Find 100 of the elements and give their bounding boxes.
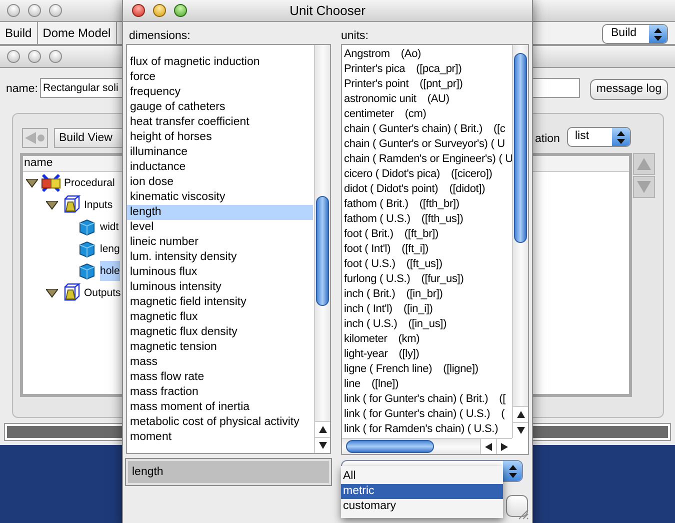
list-item[interactable]: luminous flux [127, 265, 313, 280]
expanded-triangle-icon[interactable] [46, 200, 58, 210]
list-item[interactable]: height of horses [127, 130, 313, 145]
expanded-triangle-icon[interactable] [46, 288, 58, 298]
list-item[interactable]: foot ( Brit.) ([ft_br]) [342, 227, 512, 242]
cubes-icon [40, 173, 62, 193]
mode-popup[interactable]: Build [602, 24, 668, 44]
back-arrow-icon [24, 131, 46, 145]
dialog-button[interactable] [506, 495, 528, 517]
list-item[interactable]: inch ( U.S.) ([in_us]) [342, 317, 512, 332]
scroll-down-button[interactable] [513, 422, 528, 438]
list-item[interactable]: magnetic tension [127, 340, 313, 355]
menu-item[interactable]: metric [341, 484, 503, 499]
scroll-down-button[interactable] [315, 437, 330, 453]
left-arrow-icon [485, 442, 492, 450]
cube-icon [78, 262, 96, 280]
tree-item[interactable]: widt [100, 217, 119, 237]
list-item[interactable]: mass flow rate [127, 370, 313, 385]
minimize-button[interactable] [153, 4, 166, 17]
scrollbar-thumb[interactable] [316, 196, 329, 306]
list-item[interactable]: link ( for Gunter's chain) ( Brit.) ([ [342, 392, 512, 407]
close-button[interactable] [132, 4, 145, 17]
list-item[interactable]: foot ( Int'l) ([ft_i]) [342, 242, 512, 257]
scrollbar-thumb[interactable] [514, 53, 527, 243]
scrollbar-thumb[interactable] [346, 440, 434, 453]
list-item[interactable]: gauge of catheters [127, 100, 313, 115]
list-item[interactable]: magnetic flux [127, 310, 313, 325]
list-item[interactable]: frequency [127, 85, 313, 100]
tree-item[interactable]: Procedural [64, 173, 115, 193]
list-item[interactable]: heat transfer coefficient [127, 115, 313, 130]
list-item[interactable]: light-year ([ly]) [342, 347, 512, 362]
list-item[interactable]: moment [127, 430, 313, 445]
list-item[interactable]: kilometer (km) [342, 332, 512, 347]
list-item[interactable]: foot ( U.S.) ([ft_us]) [342, 257, 512, 272]
scrollbar-track[interactable] [342, 438, 512, 454]
list-item[interactable]: centimeter (cm) [342, 107, 512, 122]
list-item[interactable]: fathom ( U.S.) ([fth_us]) [342, 212, 512, 227]
list-item[interactable]: ion dose [127, 175, 313, 190]
close-button[interactable] [7, 4, 20, 17]
list-item[interactable]: level [127, 220, 313, 235]
list-item[interactable]: force [127, 70, 313, 85]
list-item[interactable]: chain ( Ramden's or Engineer's) ( U [342, 152, 512, 167]
scroll-up-button[interactable] [315, 421, 330, 437]
list-item[interactable]: chain ( Gunter's chain) ( Brit.) ([c [342, 122, 512, 137]
list-item[interactable]: mass [127, 355, 313, 370]
tree-item[interactable]: leng [100, 239, 120, 259]
tree-item[interactable]: hole [100, 261, 120, 281]
dimension-field[interactable]: length [126, 459, 331, 485]
resize-grip-icon[interactable] [517, 508, 529, 520]
list-item[interactable]: inch ( Int'l) ([in_i]) [342, 302, 512, 317]
list-item[interactable]: magnetic field intensity [127, 295, 313, 310]
list-item[interactable]: flux of magnetic induction [127, 55, 313, 70]
list-item[interactable]: luminous intensity [127, 280, 313, 295]
zoom-button[interactable] [49, 4, 62, 17]
scroll-right-button[interactable] [496, 439, 512, 454]
list-item[interactable]: inductance [127, 160, 313, 175]
scrollbar-track[interactable] [314, 45, 330, 453]
list-item[interactable]: inch ( Brit.) ([in_br]) [342, 287, 512, 302]
up-arrow-icon [319, 426, 327, 433]
minimize-button[interactable] [28, 4, 41, 17]
zoom-button[interactable] [49, 50, 62, 63]
zoom-button[interactable] [174, 4, 187, 17]
name-label: name: [6, 82, 38, 97]
tree-item[interactable]: Outputs [84, 283, 121, 303]
updown-arrow-icon [508, 464, 516, 478]
list-item[interactable]: Printer's pica ([pca_pr]) [342, 62, 512, 77]
scroll-left-button[interactable] [480, 439, 496, 454]
scrollbar-track[interactable] [512, 45, 528, 438]
list-item[interactable]: illuminance [127, 145, 313, 160]
list-item[interactable]: Printer's point ([pnt_pr]) [342, 77, 512, 92]
message-log-button[interactable]: message log [590, 79, 668, 100]
minimize-button[interactable] [28, 50, 41, 63]
list-item[interactable]: length [127, 205, 313, 220]
list-item[interactable]: cicero ( Didot's pica) ([cicero]) [342, 167, 512, 182]
list-item[interactable]: lum. intensity density [127, 250, 313, 265]
list-item[interactable]: magnetic flux density [127, 325, 313, 340]
close-button[interactable] [7, 50, 20, 63]
list-item[interactable]: chain ( Gunter's or Surveyor's) ( U [342, 137, 512, 152]
list-item[interactable]: link ( for Gunter's chain) ( U.S.) ( [342, 407, 512, 422]
list-item[interactable]: ligne ( French line) ([ligne]) [342, 362, 512, 377]
list-item[interactable]: mass fraction [127, 385, 313, 400]
list-item[interactable]: furlong ( U.S.) ([fur_us]) [342, 272, 512, 287]
visualization-popup[interactable]: list [567, 127, 631, 147]
list-item[interactable]: astronomic unit (AU) [342, 92, 512, 107]
tree-item[interactable]: Inputs [84, 195, 113, 215]
expanded-triangle-icon[interactable] [26, 178, 38, 188]
list-item[interactable]: kinematic viscosity [127, 190, 313, 205]
list-item[interactable]: fathom ( Brit.) ([fth_br]) [342, 197, 512, 212]
list-item[interactable]: link ( for Ramden's chain) ( U.S.) [342, 422, 512, 437]
scroll-up-button[interactable] [513, 406, 528, 422]
list-item[interactable]: Angstrom (Ao) [342, 47, 512, 62]
list-item[interactable]: didot ( Didot's point) ([didot]) [342, 182, 512, 197]
toolbar-item[interactable]: Build [0, 22, 38, 44]
list-item[interactable]: lineic number [127, 235, 313, 250]
toolbar-item[interactable]: Dome Model [38, 22, 117, 44]
list-item[interactable]: metabolic cost of physical activity [127, 415, 313, 430]
list-item[interactable]: line ([lne]) [342, 377, 512, 392]
menu-item[interactable]: All [341, 469, 503, 484]
list-item[interactable]: mass moment of inertia [127, 400, 313, 415]
menu-item[interactable]: customary [341, 499, 503, 514]
